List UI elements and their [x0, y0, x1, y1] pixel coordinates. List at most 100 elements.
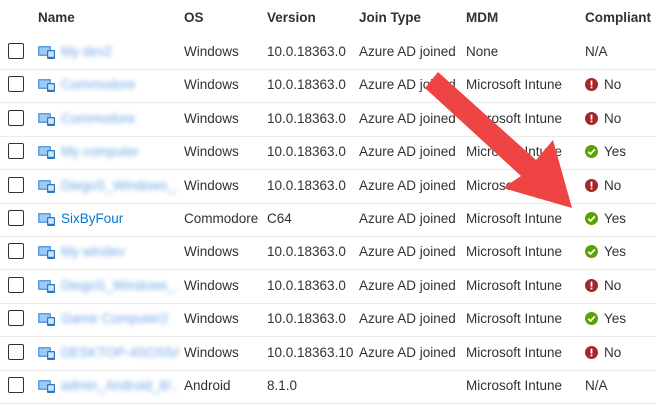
os-cell: Android	[184, 378, 231, 393]
device-name-link[interactable]: Commodore	[61, 77, 179, 92]
monitor-icon	[38, 45, 56, 60]
mdm-cell: Microsoft Intune	[466, 144, 563, 160]
mdm-cell: Microsoft Intune	[466, 244, 563, 260]
version-cell: 10.0.18363.0	[267, 177, 346, 193]
compliant-cell: No	[585, 111, 655, 126]
join-type-cell: Azure AD joined	[359, 177, 456, 193]
column-header-compliant[interactable]: Compliant	[585, 10, 651, 25]
device-name-link[interactable]: My dev2	[61, 44, 179, 59]
join-type-cell: Azure AD joined	[359, 344, 456, 360]
table-row[interactable]: DiegoS_Windows_... Windows 10.0.18363.0 Azu…	[0, 270, 656, 304]
row-checkbox[interactable]	[8, 176, 24, 193]
row-checkbox[interactable]	[8, 243, 24, 260]
table-row[interactable]: SixByFour Commodore C64 Azure AD joined Micr…	[0, 203, 656, 237]
version-cell: 10.0.18363.0	[267, 44, 346, 59]
monitor-icon	[38, 212, 56, 227]
exclamation-circle-icon	[585, 278, 598, 292]
os-cell: Windows	[184, 110, 239, 126]
exclamation-circle-icon	[585, 111, 598, 125]
device-name-link[interactable]: admin_Android_8/...	[61, 378, 179, 393]
device-name-link[interactable]: Game Computer2	[61, 311, 179, 326]
version-cell: 10.0.18363.0	[267, 144, 346, 160]
table-row[interactable]: Game Computer2 Windows 10.0.18363.0 Azure A…	[0, 303, 656, 338]
row-checkbox[interactable]	[8, 210, 24, 226]
mdm-cell: Microsoft Intune	[466, 177, 563, 193]
monitor-icon	[38, 179, 56, 194]
mdm-cell: None	[466, 44, 499, 59]
compliant-label: Yes	[604, 211, 627, 226]
mdm-cell: Microsoft Intune	[466, 277, 563, 293]
join-type-cell: Azure AD joined	[359, 211, 456, 226]
os-cell: Windows	[184, 311, 239, 327]
mdm-cell: Microsoft Intune	[466, 77, 563, 93]
device-name-link[interactable]: DiegoS_Windows_...	[61, 178, 179, 193]
monitor-icon	[38, 112, 56, 127]
device-name-link[interactable]: My computer	[61, 144, 179, 159]
join-type-cell: Azure AD joined	[359, 277, 456, 293]
os-cell: Windows	[184, 277, 239, 293]
monitor-icon	[38, 312, 56, 327]
monitor-icon	[38, 279, 56, 294]
mdm-cell: Microsoft Intune	[466, 311, 563, 327]
table-row[interactable]: My windev Windows 10.0.18363.0 Azure AD joi…	[0, 236, 656, 271]
version-cell: 10.0.18363.0	[267, 77, 346, 93]
os-cell: Windows	[184, 177, 239, 193]
version-cell: 10.0.18363.0	[267, 277, 346, 293]
mdm-cell: Microsoft Intune	[466, 211, 563, 226]
version-cell: C64	[267, 211, 292, 226]
join-type-cell: Azure AD joined	[359, 144, 456, 160]
column-header-name[interactable]: Name	[38, 10, 75, 25]
row-checkbox[interactable]	[8, 143, 24, 160]
compliant-label: Yes	[604, 311, 627, 327]
compliant-cell: N/A	[585, 44, 655, 59]
device-name-link[interactable]: My windev	[61, 244, 179, 259]
compliant-cell: Yes	[585, 144, 655, 159]
column-header-mdm[interactable]: MDM	[466, 10, 498, 25]
compliant-label: No	[604, 110, 622, 126]
table-row[interactable]: admin_Android_8/... Android 8.1.0 Microsoft…	[0, 370, 656, 404]
compliant-cell: No	[585, 77, 655, 92]
version-cell: 10.0.18363.10	[267, 344, 354, 360]
row-checkbox[interactable]	[8, 43, 24, 59]
version-cell: 8.1.0	[267, 378, 298, 393]
device-name-link[interactable]: Commodore	[61, 111, 179, 126]
os-cell: Windows	[184, 77, 239, 93]
compliant-label: Yes	[604, 244, 627, 260]
row-checkbox[interactable]	[8, 109, 24, 126]
monitor-icon	[38, 145, 56, 160]
row-checkbox[interactable]	[8, 76, 24, 93]
join-type-cell: Azure AD joined	[359, 44, 456, 59]
compliant-cell: No	[585, 278, 655, 293]
check-circle-icon	[585, 212, 598, 225]
os-cell: Windows	[184, 44, 239, 59]
os-cell: Commodore	[184, 211, 259, 226]
compliant-cell: Yes	[585, 311, 655, 326]
device-name-link[interactable]: SixByFour	[61, 211, 179, 226]
row-checkbox[interactable]	[8, 377, 24, 393]
device-name-link[interactable]: DESKTOP-4SOS5A7	[61, 345, 179, 360]
monitor-icon	[38, 245, 56, 260]
compliant-label: Yes	[604, 144, 627, 160]
compliant-label: N/A	[585, 378, 608, 393]
row-checkbox[interactable]	[8, 343, 24, 360]
table-header: Name OS Version Join Type MDM Compliant	[0, 0, 656, 36]
table-row[interactable]: Commodore Windows 10.0.18363.0 Azure AD joi…	[0, 69, 656, 104]
device-name-link[interactable]: DiegoS_Windows_...	[61, 278, 179, 293]
column-header-os[interactable]: OS	[184, 10, 204, 25]
column-header-version[interactable]: Version	[267, 10, 316, 25]
row-checkbox[interactable]	[8, 310, 24, 327]
table-row[interactable]: My computer Windows 10.0.18363.0 Azure AD j…	[0, 136, 656, 171]
monitor-icon	[38, 346, 56, 361]
column-header-join-type[interactable]: Join Type	[359, 10, 421, 25]
monitor-icon	[38, 78, 56, 93]
join-type-cell: Azure AD joined	[359, 244, 456, 260]
join-type-cell: Azure AD joined	[359, 77, 456, 93]
table-row[interactable]: Commodore Windows 10.0.18363.0 Azure AD joi…	[0, 103, 656, 137]
table-row[interactable]: DESKTOP-4SOS5A7 Windows 10.0.18363.10 Azure…	[0, 337, 656, 371]
table-row[interactable]: My dev2 Windows 10.0.18363.0 Azure AD joine…	[0, 36, 656, 70]
row-checkbox[interactable]	[8, 276, 24, 293]
compliant-label: No	[604, 277, 622, 293]
mdm-cell: Microsoft Intune	[466, 378, 563, 393]
version-cell: 10.0.18363.0	[267, 110, 346, 126]
table-row[interactable]: DiegoS_Windows_... Windows 10.0.18363.0 Azu…	[0, 170, 656, 204]
